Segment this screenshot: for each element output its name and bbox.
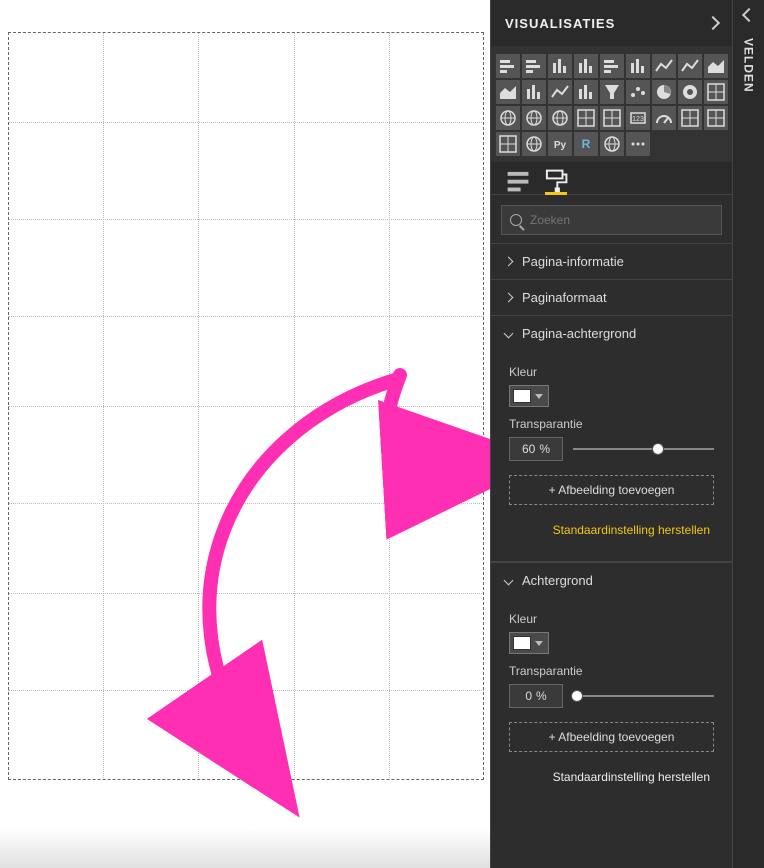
page-background-transparency-slider[interactable]	[573, 437, 714, 461]
chevron-right-icon	[504, 257, 514, 267]
fields-panel-collapsed[interactable]: VELDEN	[732, 0, 764, 868]
viz-clustered-column-icon[interactable]	[574, 54, 598, 78]
format-search-box[interactable]	[501, 205, 722, 235]
section-page-size[interactable]: Paginaformaat	[491, 280, 732, 315]
viz-multi-row-card-icon[interactable]	[704, 106, 728, 130]
viz-more-icon[interactable]	[626, 132, 650, 156]
section-page-background-label: Pagina-achtergrond	[522, 326, 636, 341]
viz-globe-icon[interactable]	[600, 132, 624, 156]
viz-funnel-icon[interactable]	[600, 80, 624, 104]
color-label: Kleur	[509, 612, 714, 626]
caret-down-icon	[535, 394, 543, 399]
viz-slicer-icon[interactable]	[496, 132, 520, 156]
section-page-info[interactable]: Pagina-informatie	[491, 244, 732, 279]
section-page-info-label: Pagina-informatie	[522, 254, 624, 269]
color-swatch-preview	[513, 389, 531, 403]
color-swatch-preview	[513, 636, 531, 650]
viz-waterfall-icon[interactable]	[574, 80, 598, 104]
viz-gauge-icon[interactable]	[652, 106, 676, 130]
chevron-right-icon	[504, 293, 514, 303]
viz-empty-slot	[704, 132, 728, 156]
search-icon	[510, 214, 522, 226]
viz-filled-map-icon[interactable]	[522, 106, 546, 130]
background-reset-link[interactable]: Standaardinstelling herstellen	[509, 770, 710, 784]
background-transparency-input[interactable]: 0 %	[509, 684, 563, 708]
format-search-input[interactable]	[530, 213, 713, 227]
transparency-value: 60	[522, 442, 535, 456]
page-background-color-picker[interactable]	[509, 385, 549, 407]
viz-python-icon[interactable]: Py	[548, 132, 572, 156]
viz-empty-slot	[678, 132, 702, 156]
caret-down-icon	[535, 641, 543, 646]
viz-empty-slot	[652, 132, 676, 156]
background-add-image-button[interactable]: + Afbeelding toevoegen	[509, 722, 714, 752]
viz-donut-icon[interactable]	[678, 80, 702, 104]
viz-card-icon[interactable]	[678, 106, 702, 130]
visualizations-panel: VISUALISATIES 123 Py R Pagina-informatie P…	[490, 0, 732, 868]
fields-tab-icon	[505, 168, 531, 194]
report-canvas-area	[0, 0, 490, 868]
paint-roller-icon	[543, 168, 569, 194]
page-background-reset-link[interactable]: Standaardinstelling herstellen	[509, 523, 710, 537]
viz-ribbon-icon[interactable]	[652, 54, 676, 78]
viz-matrix-icon[interactable]	[574, 106, 598, 130]
viz-clustered-bar-icon[interactable]	[522, 54, 546, 78]
viz-treemap-icon[interactable]	[704, 80, 728, 104]
pane-tab-bar	[491, 162, 732, 195]
viz-pie-icon[interactable]	[652, 80, 676, 104]
section-background[interactable]: Achtergrond	[491, 563, 732, 598]
viz-line-column-icon[interactable]	[522, 80, 546, 104]
fields-tab[interactable]	[505, 168, 531, 194]
section-background-label: Achtergrond	[522, 573, 593, 588]
chevron-down-icon	[504, 329, 514, 339]
viz-line-icon[interactable]	[678, 54, 702, 78]
page-background-add-image-button[interactable]: + Afbeelding toevoegen	[509, 475, 714, 505]
color-label: Kleur	[509, 365, 714, 379]
viz-100-stacked-bar-icon[interactable]	[600, 54, 624, 78]
transparency-label: Transparantie	[509, 417, 714, 431]
chevron-left-icon	[741, 8, 755, 22]
svg-text:Py: Py	[553, 140, 566, 151]
chevron-down-icon	[504, 576, 514, 586]
percent-sign: %	[539, 442, 550, 456]
viz-shape-map-icon[interactable]	[548, 106, 572, 130]
format-tab[interactable]	[543, 168, 569, 194]
viz-r-script-icon[interactable]: R	[574, 132, 598, 156]
background-transparency-slider[interactable]	[573, 684, 714, 708]
viz-stacked-bar-icon[interactable]	[496, 54, 520, 78]
background-color-picker[interactable]	[509, 632, 549, 654]
chevron-right-icon	[706, 16, 720, 30]
viz-arcgis-icon[interactable]	[522, 132, 546, 156]
viz-area-icon[interactable]	[704, 54, 728, 78]
svg-text:R: R	[581, 137, 590, 151]
report-page-canvas[interactable]	[8, 32, 484, 780]
page-background-transparency-input[interactable]: 60 %	[509, 437, 563, 461]
section-page-size-label: Paginaformaat	[522, 290, 607, 305]
section-page-background[interactable]: Pagina-achtergrond	[491, 316, 732, 351]
viz-100-stacked-column-icon[interactable]	[626, 54, 650, 78]
fields-panel-title: VELDEN	[742, 38, 756, 93]
viz-map-icon[interactable]	[496, 106, 520, 130]
viz-table-icon[interactable]	[600, 106, 624, 130]
transparency-label: Transparantie	[509, 664, 714, 678]
viz-scatter-icon[interactable]	[626, 80, 650, 104]
visualization-type-gallery: 123 Py R	[491, 46, 732, 162]
svg-text:123: 123	[632, 116, 644, 123]
visualizations-panel-header[interactable]: VISUALISATIES	[491, 0, 732, 46]
viz-line-clustered-icon[interactable]	[548, 80, 572, 104]
transparency-value: 0	[525, 689, 532, 703]
viz-stacked-column-icon[interactable]	[548, 54, 572, 78]
percent-sign: %	[536, 689, 547, 703]
visualizations-title: VISUALISATIES	[505, 16, 615, 31]
viz-kpi-icon[interactable]: 123	[626, 106, 650, 130]
viz-stacked-area-icon[interactable]	[496, 80, 520, 104]
